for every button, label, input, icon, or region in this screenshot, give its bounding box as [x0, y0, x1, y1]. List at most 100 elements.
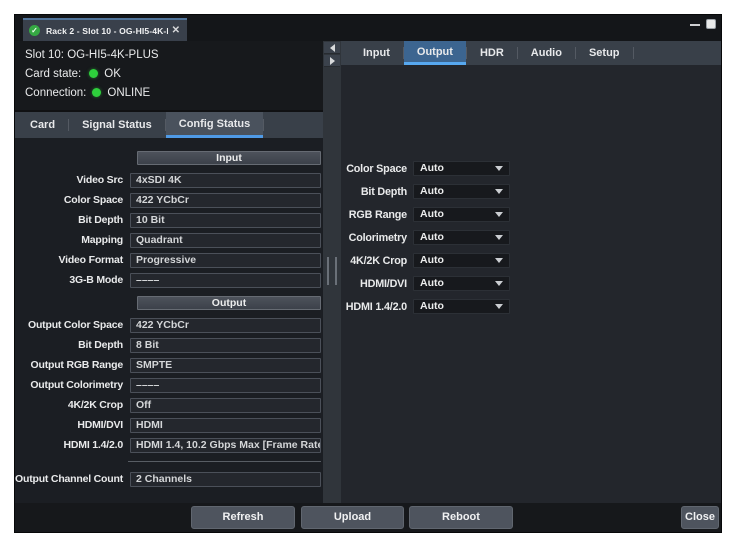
tab-card[interactable]: Card — [17, 112, 68, 138]
config-row: 3G-B Mode –––– — [15, 270, 323, 290]
field-value: 2 Channels — [130, 472, 321, 487]
slot-title: Slot 10: OG-HI5-4K-PLUS — [25, 45, 323, 64]
window-tab-title: Rack 2 - Slot 10 - OG-HI5-4K-PLUS — [46, 26, 168, 36]
chevron-down-icon — [495, 212, 503, 217]
reboot-button[interactable]: Reboot — [409, 506, 513, 529]
field-label: 3G-B Mode — [15, 274, 130, 286]
config-row: HDMI/DVI HDMI — [15, 415, 323, 435]
dropdown-value: Auto — [420, 162, 444, 175]
connection-label: Connection: — [25, 87, 86, 99]
collapse-right-button[interactable] — [324, 55, 340, 67]
field-value: 10 Bit — [130, 213, 321, 228]
field-label: Bit Depth — [15, 339, 130, 351]
config-row: Output Channel Count 2 Channels — [15, 469, 323, 489]
setting-label: Color Space — [341, 163, 413, 175]
tab-hdr[interactable]: HDR — [467, 41, 517, 65]
bit-depth-dropdown[interactable]: Auto — [413, 184, 510, 199]
colorimetry-dropdown[interactable]: Auto — [413, 230, 510, 245]
field-value: HDMI — [130, 418, 321, 433]
config-status-content: Input Video Src 4xSDI 4K Color Space 422… — [15, 138, 323, 489]
setting-label: RGB Range — [341, 209, 413, 221]
setting-label: 4K/2K Crop — [341, 255, 413, 267]
connection-value: ONLINE — [107, 87, 150, 99]
tab-setup[interactable]: Setup — [576, 41, 633, 65]
color-space-dropdown[interactable]: Auto — [413, 161, 510, 176]
config-row: Output Colorimetry –––– — [15, 375, 323, 395]
config-row: Bit Depth 8 Bit — [15, 335, 323, 355]
card-state-led — [89, 69, 98, 78]
tab-separator — [633, 47, 634, 59]
setting-label: Colorimetry — [341, 232, 413, 244]
tab-separator — [263, 119, 264, 131]
maximize-button[interactable] — [706, 19, 716, 29]
rgb-range-dropdown[interactable]: Auto — [413, 207, 510, 222]
dropdown-value: Auto — [420, 300, 444, 313]
section-divider — [128, 461, 321, 462]
panel-splitter[interactable] — [323, 41, 341, 503]
chevron-down-icon — [495, 166, 503, 171]
arrow-left-icon — [330, 44, 335, 52]
setting-row: Color Space Auto — [341, 157, 722, 180]
tab-input[interactable]: Input — [350, 41, 403, 65]
config-row: Mapping Quadrant — [15, 230, 323, 250]
field-label: Color Space — [15, 194, 130, 206]
tab-close-icon[interactable]: ✕ — [172, 25, 180, 36]
connection-led — [92, 88, 101, 97]
status-check-icon: ✓ — [29, 25, 40, 36]
field-label: Bit Depth — [15, 214, 130, 226]
config-row: Output RGB Range SMPTE — [15, 355, 323, 375]
collapse-left-button[interactable] — [324, 42, 340, 54]
hdmi-dvi-dropdown[interactable]: Auto — [413, 276, 510, 291]
refresh-button[interactable]: Refresh — [191, 506, 295, 529]
dropdown-value: Auto — [420, 208, 444, 221]
field-value: –––– — [130, 378, 321, 393]
setting-row: Colorimetry Auto — [341, 226, 722, 249]
field-label: HDMI 1.4/2.0 — [15, 439, 130, 451]
left-tab-bar: Card Signal Status Config Status — [15, 112, 323, 138]
field-label: HDMI/DVI — [15, 419, 130, 431]
output-settings: Color Space Auto Bit Depth Auto RGB Rang… — [341, 65, 722, 318]
slot-title-text: Slot 10: OG-HI5-4K-PLUS — [25, 49, 159, 61]
config-row: Output Color Space 422 YCbCr — [15, 315, 323, 335]
field-label: Output Color Space — [15, 319, 130, 331]
card-state-value: OK — [104, 68, 121, 80]
right-tab-bar: Input Output HDR Audio Setup — [341, 41, 722, 65]
field-label: Output RGB Range — [15, 359, 130, 371]
setting-row: Bit Depth Auto — [341, 180, 722, 203]
right-panel: Input Output HDR Audio Setup Color Space… — [341, 41, 722, 503]
config-row: Video Src 4xSDI 4K — [15, 170, 323, 190]
minimize-button[interactable] — [690, 24, 700, 26]
field-value: Quadrant — [130, 233, 321, 248]
chevron-down-icon — [495, 281, 503, 286]
field-value: 422 YCbCr — [130, 318, 321, 333]
chevron-down-icon — [495, 235, 503, 240]
card-state-line: Card state: OK — [25, 64, 323, 83]
config-row: HDMI 1.4/2.0 HDMI 1.4, 10.2 Gbps Max [Fr… — [15, 435, 323, 455]
tab-signal-status[interactable]: Signal Status — [69, 112, 165, 138]
config-row: Color Space 422 YCbCr — [15, 190, 323, 210]
field-label: Output Channel Count — [15, 473, 130, 485]
tab-output[interactable]: Output — [404, 41, 466, 65]
hdmi-version-dropdown[interactable]: Auto — [413, 299, 510, 314]
dropdown-value: Auto — [420, 277, 444, 290]
upload-button[interactable]: Upload — [301, 506, 404, 529]
dropdown-value: Auto — [420, 231, 444, 244]
field-label: Output Colorimetry — [15, 379, 130, 391]
splitter-grip[interactable] — [327, 257, 337, 285]
output-section-header: Output — [137, 296, 321, 310]
field-label: Video Src — [15, 174, 130, 186]
setting-row: RGB Range Auto — [341, 203, 722, 226]
field-value: Progressive — [130, 253, 321, 268]
setting-row: HDMI 1.4/2.0 Auto — [341, 295, 722, 318]
field-value: 422 YCbCr — [130, 193, 321, 208]
field-label: Video Format — [15, 254, 130, 266]
setting-label: HDMI/DVI — [341, 278, 413, 290]
chevron-down-icon — [495, 304, 503, 309]
window-tab[interactable]: ✓ Rack 2 - Slot 10 - OG-HI5-4K-PLUS ✕ — [23, 18, 187, 41]
close-button[interactable]: Close — [681, 506, 719, 529]
app-window: ✓ Rack 2 - Slot 10 - OG-HI5-4K-PLUS ✕ Sl… — [14, 14, 722, 533]
crop-dropdown[interactable]: Auto — [413, 253, 510, 268]
tab-audio[interactable]: Audio — [518, 41, 575, 65]
card-info-panel: Slot 10: OG-HI5-4K-PLUS Card state: OK C… — [15, 41, 323, 112]
tab-config-status[interactable]: Config Status — [166, 112, 264, 138]
